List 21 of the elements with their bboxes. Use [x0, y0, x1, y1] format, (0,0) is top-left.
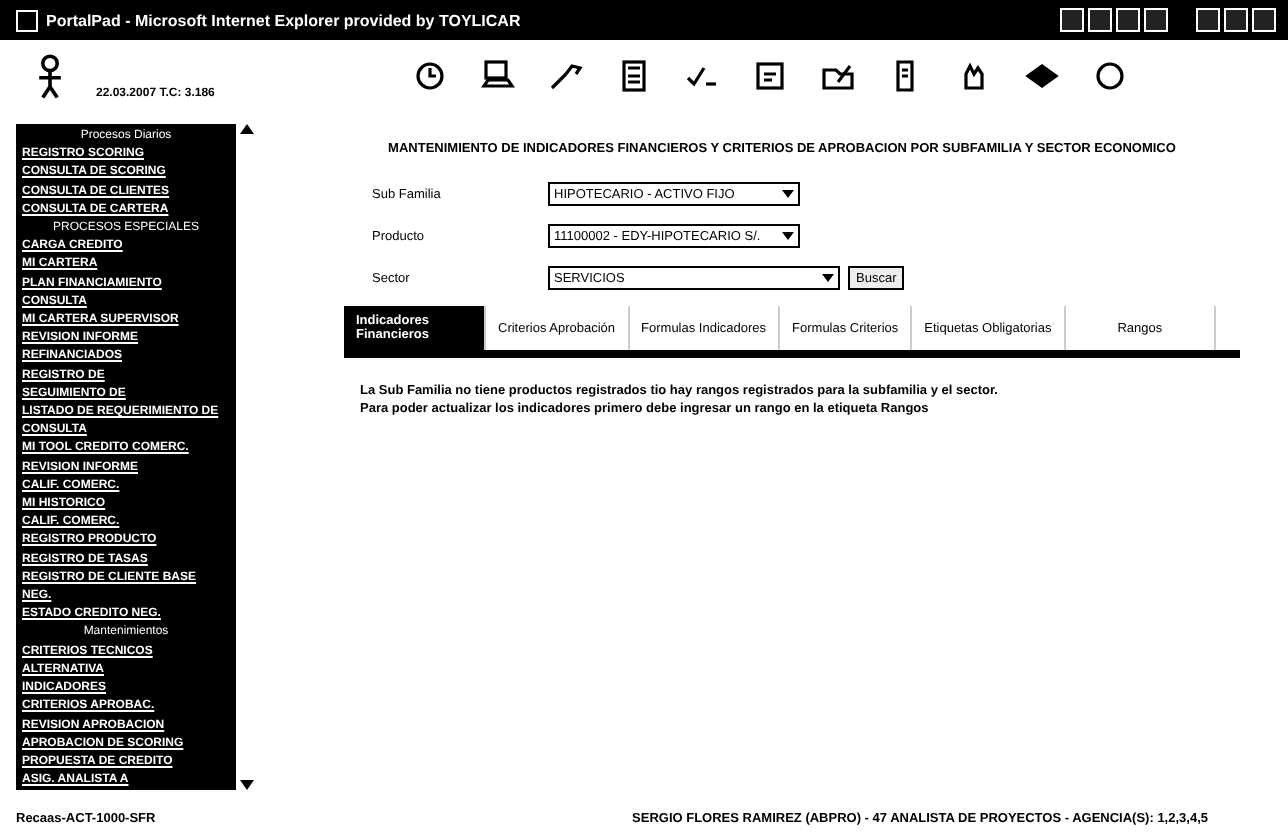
caret-icon	[782, 190, 794, 198]
scroll-up-icon[interactable]	[240, 124, 254, 134]
toolbar-icon[interactable]	[1060, 8, 1084, 32]
computer-icon[interactable]	[480, 58, 516, 94]
toolbar-icon[interactable]	[1116, 8, 1140, 32]
caret-icon	[822, 274, 834, 282]
toolbar-icon[interactable]	[1088, 8, 1112, 32]
caret-icon	[782, 232, 794, 240]
scrollbar[interactable]	[236, 124, 258, 790]
form-icon[interactable]	[752, 58, 788, 94]
minimize-icon[interactable]	[1196, 8, 1220, 32]
clock-icon[interactable]	[412, 58, 448, 94]
maximize-icon[interactable]	[1224, 8, 1248, 32]
browser-icon	[16, 9, 38, 31]
document-icon[interactable]	[616, 58, 652, 94]
scroll-down-icon[interactable]	[240, 780, 254, 790]
diamond-icon[interactable]	[1024, 58, 1060, 94]
close-icon[interactable]	[1252, 8, 1276, 32]
toolbar-icon[interactable]	[1144, 8, 1168, 32]
circle-icon[interactable]	[1092, 58, 1128, 94]
window-title: PortalPad - Microsoft Internet Explorer provided by TOYLICAR	[46, 11, 521, 29]
